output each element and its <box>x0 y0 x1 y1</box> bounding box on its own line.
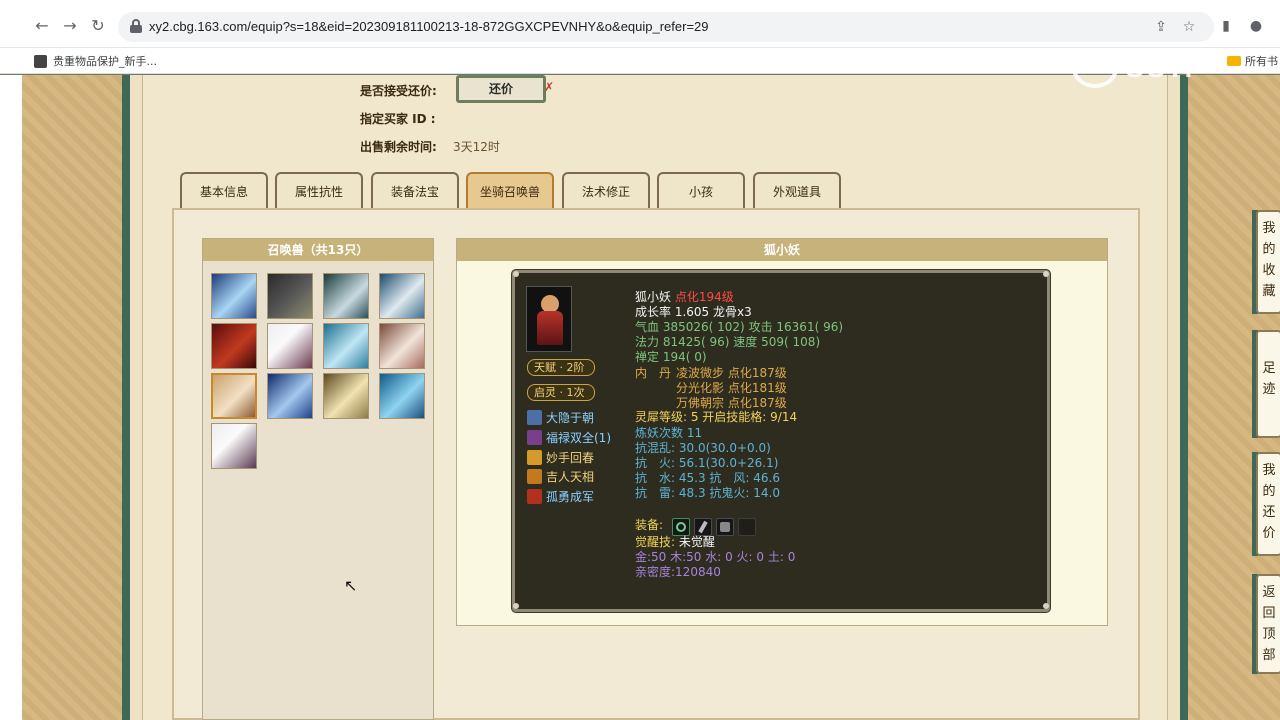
growth-line: 成长率 1.605 龙骨x3 <box>635 305 752 319</box>
side-nav-back-to-top[interactable]: 返回顶部 <box>1256 574 1280 674</box>
profile-icon[interactable]: ● <box>1246 16 1266 36</box>
watermark-circle-icon <box>1072 48 1118 88</box>
intimacy-line: 亲密度:120840 <box>635 565 721 579</box>
skill-icon <box>527 410 542 425</box>
tab-basic-info[interactable]: 基本信息 <box>180 172 268 209</box>
resist-line: 抗混乱: 30.0(30.0+0.0) <box>635 441 771 455</box>
pet-thumb-selected[interactable] <box>211 373 257 419</box>
skill-icon <box>527 489 542 504</box>
pet-thumb[interactable] <box>379 373 425 419</box>
buyer-id-label: 指定买家 ID : <box>360 112 436 126</box>
pet-thumb[interactable] <box>323 273 369 319</box>
neidan-label: 内 丹 <box>635 366 672 380</box>
haggle-x-icon: ✗ <box>544 80 555 94</box>
side-nav-footprints[interactable]: 足迹 <box>1256 330 1280 438</box>
tab-spell-modifiers[interactable]: 法术修正 <box>562 172 650 209</box>
forward-icon[interactable]: → <box>60 16 80 36</box>
haggle-label: 是否接受还价: <box>360 84 437 98</box>
talent-badge: 天赋 · 2阶 <box>527 359 595 376</box>
refine-line: 炼妖次数 11 <box>635 426 703 440</box>
pet-skill[interactable]: 吉人天相 <box>527 468 594 485</box>
pet-list-title: 召唤兽（共13只） <box>203 239 433 261</box>
share-icon[interactable]: ⇪ <box>1152 18 1170 36</box>
elements-line: 金:50 木:50 水: 0 火: 0 土: 0 <box>635 550 796 564</box>
pet-name: 狐小妖 <box>635 290 672 304</box>
left-strip <box>0 75 22 720</box>
skill-icon <box>527 430 542 445</box>
all-bookmarks-label: 所有书 <box>1245 55 1278 68</box>
pet-thumb[interactable] <box>379 273 425 319</box>
equip-slot[interactable] <box>738 518 756 536</box>
pet-thumb[interactable] <box>323 323 369 369</box>
skill-icon <box>527 469 542 484</box>
pet-thumb[interactable] <box>267 373 313 419</box>
pet-portrait <box>526 286 572 352</box>
pet-skill[interactable]: 福禄双全(1) <box>527 429 611 446</box>
star-icon[interactable]: ☆ <box>1180 18 1198 36</box>
browser-toolbar: ← → ↻ xy2.cbg.163.com/equip?s=18&eid=202… <box>0 0 1280 48</box>
back-icon[interactable]: ← <box>32 16 52 36</box>
side-nav-favorites[interactable]: 我的收藏 <box>1256 210 1280 314</box>
pet-thumb[interactable] <box>211 423 257 469</box>
neidan-item: 分光化影 点化181级 <box>676 381 787 395</box>
bookmark-label: 贵重物品保护_新手... <box>53 55 157 68</box>
pet-thumb[interactable] <box>211 273 257 319</box>
pet-skill[interactable]: 孤勇成军 <box>527 488 594 505</box>
qiling-badge: 启灵 · 1次 <box>527 384 595 401</box>
pet-thumb[interactable] <box>323 373 369 419</box>
tab-equipment[interactable]: 装备法宝 <box>371 172 459 209</box>
mp-spd-line: 法力 81425( 96) 速度 509( 108) <box>635 335 821 349</box>
tab-children[interactable]: 小孩 <box>657 172 745 209</box>
pet-thumb[interactable] <box>379 323 425 369</box>
neidan-item: 万佛朝宗 点化187级 <box>676 396 787 410</box>
time-left-label: 出售剩余时间: <box>360 140 437 154</box>
resist-line: 抗 火: 56.1(30.0+26.1) <box>635 456 779 470</box>
pet-skill[interactable]: 妙手回春 <box>527 449 594 466</box>
box-corner <box>513 603 519 609</box>
content-border-right <box>1180 75 1188 720</box>
equip-slot[interactable] <box>716 518 734 536</box>
equip-slot[interactable] <box>672 518 690 536</box>
folder-icon <box>1227 56 1241 66</box>
content-border-left <box>122 75 130 720</box>
equip-label: 装备: <box>635 518 664 532</box>
pet-skill[interactable]: 大隐于朝 <box>527 409 594 426</box>
resist-line: 抗 水: 45.3 抗 风: 46.6 <box>635 471 780 485</box>
tab-mounts-pets[interactable]: 坐骑召唤兽 <box>466 172 554 209</box>
pet-level: 点化194级 <box>674 290 734 304</box>
pet-thumb[interactable] <box>211 323 257 369</box>
resist-line: 抗 雷: 48.3 抗鬼火: 14.0 <box>635 486 780 500</box>
haggle-button[interactable]: 还价 <box>456 75 546 103</box>
side-nav-my-haggles[interactable]: 我的还价 <box>1256 452 1280 556</box>
pet-thumb[interactable] <box>267 323 313 369</box>
address-bar[interactable]: xy2.cbg.163.com/equip?s=18&eid=202309181… <box>118 12 1214 42</box>
lock-icon[interactable] <box>130 19 142 33</box>
zen-line: 禅定 194( 0) <box>635 350 707 364</box>
pet-detail-title: 狐小妖 <box>457 239 1107 261</box>
all-bookmarks[interactable]: 所有书 <box>1227 53 1278 69</box>
sidepanel-icon[interactable]: ▮ <box>1216 16 1236 36</box>
skill-icon <box>527 450 542 465</box>
hp-atk-line: 气血 385026( 102) 攻击 16361( 96) <box>635 320 844 334</box>
spirit-line: 灵犀等级: 5 开启技能格: 9/14 <box>635 410 798 424</box>
box-corner <box>1043 271 1049 277</box>
equip-slot[interactable] <box>694 518 712 536</box>
pet-name-line: 狐小妖 点化194级 <box>635 290 734 305</box>
url-text[interactable]: xy2.cbg.163.com/equip?s=18&eid=202309181… <box>149 19 709 34</box>
awaken-line: 觉醒技: 未觉醒 <box>635 535 715 549</box>
reload-icon[interactable]: ↻ <box>88 16 108 36</box>
watermark-logo: CCTI <box>1072 48 1193 88</box>
mouse-cursor-icon: ↖ <box>344 576 358 595</box>
box-corner <box>513 271 519 277</box>
pet-thumb[interactable] <box>267 273 313 319</box>
box-corner <box>1043 603 1049 609</box>
tab-attributes[interactable]: 属性抗性 <box>275 172 363 209</box>
tab-appearance[interactable]: 外观道具 <box>753 172 841 209</box>
bookmark-item[interactable]: 贵重物品保护_新手... <box>34 53 157 69</box>
neidan-item: 凌波微步 点化187级 <box>676 366 787 380</box>
time-left-value: 3天12时 <box>453 140 500 154</box>
bookmark-favicon-icon <box>34 54 47 68</box>
